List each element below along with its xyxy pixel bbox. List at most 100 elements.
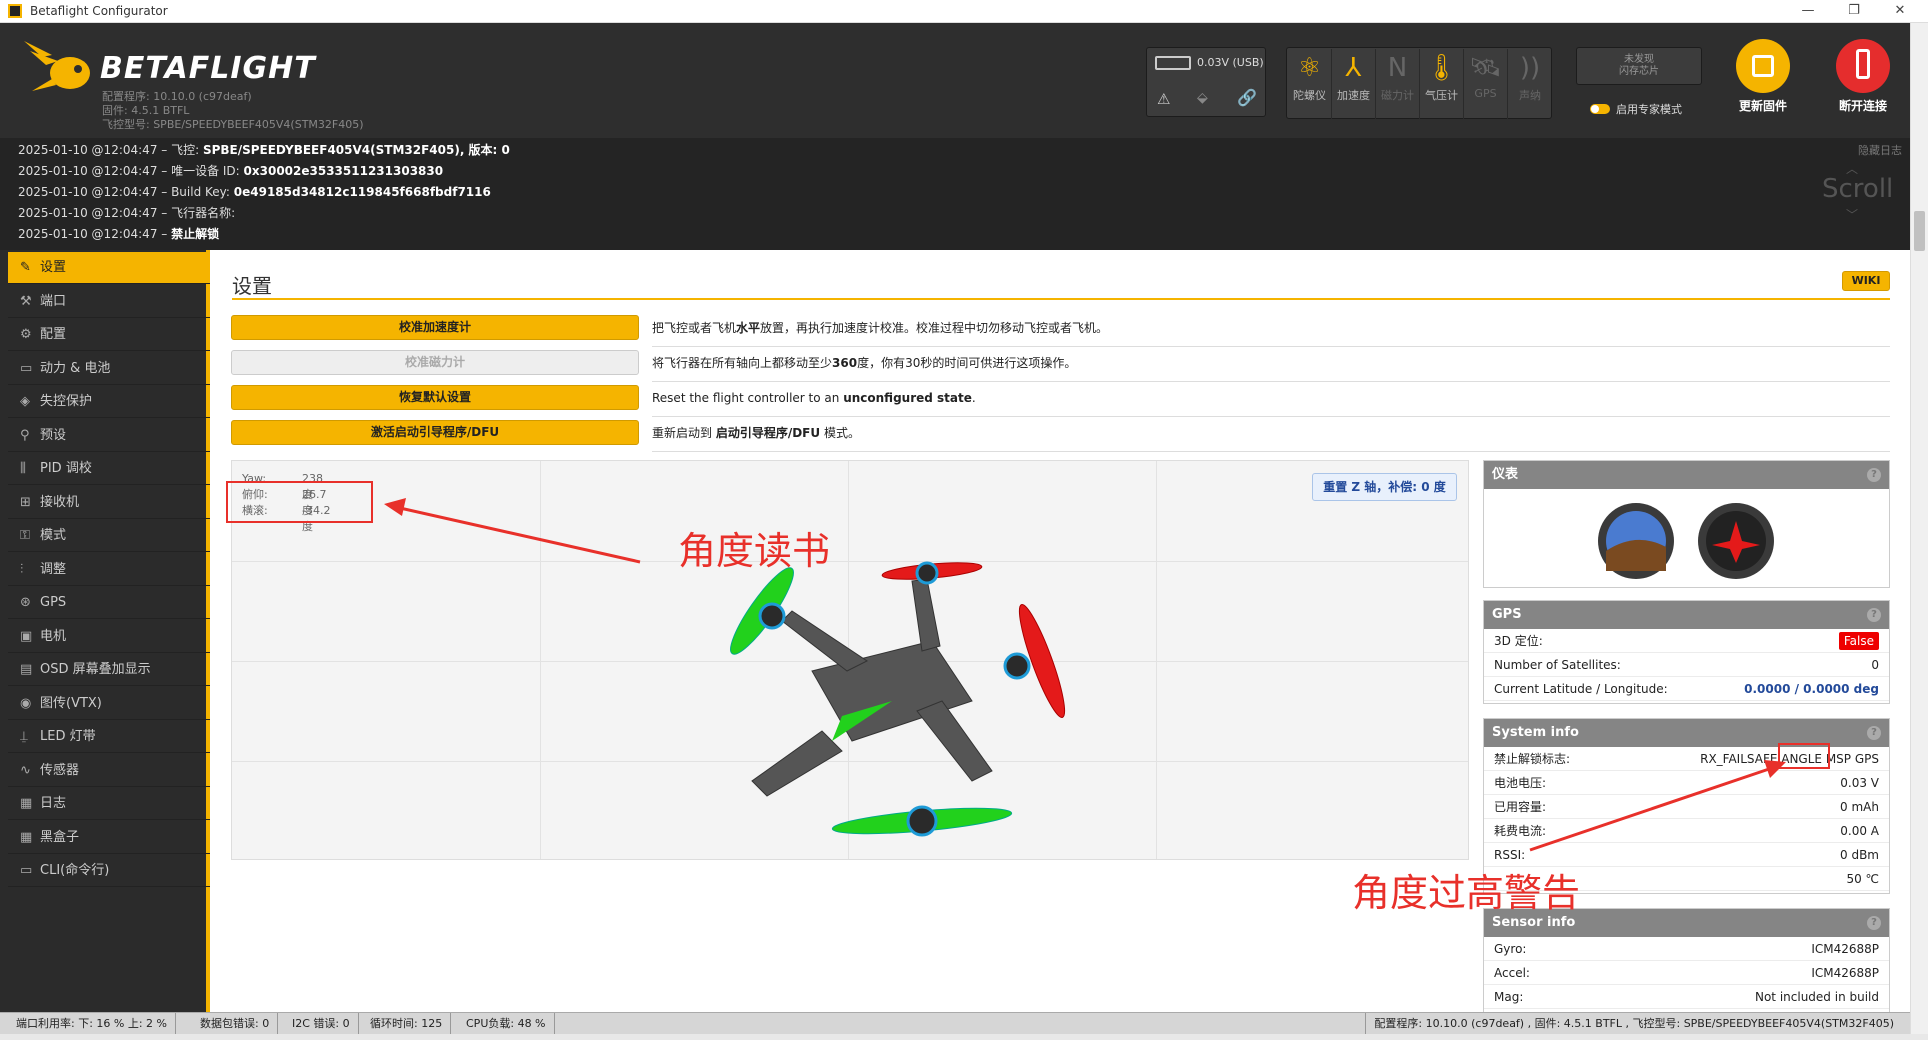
gps-status: 🛰 GPS — [1464, 49, 1508, 119]
sidebar-item-6[interactable]: ⫼ PID 调校 — [8, 453, 210, 485]
scrollbar-thumb[interactable] — [1914, 211, 1925, 251]
wrench-icon: ✎ — [20, 260, 31, 275]
accel-status: ⅄ 加速度 — [1332, 49, 1376, 119]
update-firmware-button[interactable] — [1736, 39, 1790, 93]
calibrate-accel-button[interactable]: 校准加速度计 — [231, 315, 639, 340]
log-line: 2025-01-10 @12:04:47 – 禁止解锁 — [18, 227, 220, 241]
sidebar-item-label: LED 灯带 — [40, 729, 96, 744]
cli-icon: ▭ — [20, 863, 33, 878]
sensor-info-panel: Sensor info? Gyro: ICM42688P Accel: ICM426… — [1483, 908, 1890, 1012]
port-utilization: 端口利用率: 下: 16 % 上: 2 % — [8, 1013, 176, 1034]
sidebar-item-label: CLI(命令行) — [40, 863, 110, 878]
minimize-button[interactable]: — — [1796, 3, 1820, 18]
dataflash-status: 未发现 闪存芯片 — [1576, 47, 1702, 85]
sidebar-item-label: 预设 — [40, 427, 67, 443]
sidebar-item-1[interactable]: ⚒ 端口 — [8, 286, 210, 318]
i2c-errors: I2C 错误: 0 — [284, 1013, 359, 1034]
sonar-status: )) 声纳 — [1508, 49, 1552, 119]
accel-row: Accel: ICM42688P — [1484, 961, 1889, 985]
sidebar-item-15[interactable]: ∿ 传感器 — [8, 755, 210, 787]
app-icon — [8, 4, 22, 18]
vertical-scrollbar[interactable] — [1910, 23, 1928, 1034]
log-icon: ▦ — [20, 796, 33, 811]
configurator-version: 配置程序: 10.10.0 (c97deaf) — [102, 90, 252, 103]
capacity-row: 已用容量: 0 mAh — [1484, 795, 1889, 819]
page-title: 设置 — [232, 274, 272, 298]
sidebar-item-label: 失控保护 — [40, 394, 93, 409]
usb-icon — [1856, 49, 1870, 79]
sidebar-item-label: PID 调校 — [40, 461, 92, 476]
calibrate-mag-button[interactable]: 校准磁力计 — [231, 350, 639, 375]
led-icon: ⍊ — [20, 729, 28, 744]
log-panel[interactable]: 2025-01-10 @12:04:47 – 飞控: SPBE/SPEEDYBE… — [0, 138, 1910, 250]
link-icon: 🔗 — [1237, 88, 1257, 107]
sidebar-item-label: 图传(VTX) — [40, 695, 102, 711]
sidebar-item-14[interactable]: ⍊ LED 灯带 — [8, 721, 210, 753]
mag-status: N 磁力计 — [1376, 49, 1420, 119]
gps-panel: GPS? 3D 定位: False Number of Satellites: 0 … — [1483, 600, 1890, 704]
sidebar-item-10[interactable]: ⊛ GPS — [8, 587, 210, 619]
sidebar-item-16[interactable]: ▦ 日志 — [8, 788, 210, 820]
wiki-button[interactable]: WIKI — [1842, 271, 1890, 291]
quadcopter-model — [730, 561, 1066, 837]
reset-z-button[interactable]: 重置 Z 轴，补偿: 0 度 — [1312, 473, 1457, 501]
sidebar-item-label: 配置 — [40, 327, 67, 342]
battery-voltage-row: 电池电压: 0.03 V — [1484, 771, 1889, 795]
sidebar-item-label: 端口 — [40, 293, 67, 309]
motor-icon: ▣ — [20, 628, 33, 644]
sidebar-item-9[interactable]: ⫶ 调整 — [8, 554, 210, 586]
expert-mode-toggle[interactable] — [1590, 104, 1610, 114]
calibrate-accel-desc: 把飞控或者飞机水平放置，再执行加速度计校准。校准过程中切勿移动飞控或者飞机。 — [652, 313, 1890, 347]
sidebar-item-7[interactable]: ⊞ 接收机 — [8, 487, 210, 519]
failsafe-icon: ◈ — [20, 394, 30, 409]
sidebar-item-label: 模式 — [40, 528, 67, 543]
sidebar-item-12[interactable]: ▤ OSD 屏幕叠加显示 — [8, 654, 210, 686]
close-button[interactable]: ✕ — [1888, 3, 1912, 18]
presets-icon: ⚲ — [20, 427, 30, 443]
attitude-gauges — [1598, 503, 1774, 579]
gps-sats-row: Number of Satellites: 0 — [1484, 653, 1889, 677]
sidebar-item-label: 黑盒子 — [40, 829, 80, 845]
sidebar-item-2[interactable]: ⚙ 配置 — [8, 319, 210, 351]
vtx-icon: ◉ — [20, 695, 32, 711]
sidebar-item-13[interactable]: ◉ 图传(VTX) — [8, 688, 210, 720]
battery-icon: ▭ — [20, 360, 33, 376]
sidebar-item-label: 调整 — [40, 561, 67, 577]
accel-icon: ⅄ — [1345, 53, 1362, 83]
hide-log-link[interactable]: 隐藏日志 — [1858, 142, 1902, 158]
sidebar-item-17[interactable]: ▦ 黑盒子 — [8, 822, 210, 854]
sidebar-item-5[interactable]: ⚲ 预设 — [8, 420, 210, 452]
gps-title: GPS? — [1484, 601, 1889, 629]
baro-status: 🌡 气压计 — [1420, 49, 1464, 119]
sidebar-item-label: OSD 屏幕叠加显示 — [40, 662, 151, 677]
activate-dfu-button[interactable]: 激活启动引导程序/DFU — [231, 420, 639, 445]
log-line: 2025-01-10 @12:04:47 – 飞控: SPBE/SPEEDYBE… — [18, 143, 510, 157]
sidebar-item-4[interactable]: ◈ 失控保护 — [8, 386, 210, 418]
sidebar-item-3[interactable]: ▭ 动力 & 电池 — [8, 353, 210, 385]
cpu-load: CPU负载: 48 % — [458, 1013, 555, 1034]
angle-reading-annotation: 角度读书 — [678, 529, 831, 573]
title-divider — [232, 298, 1890, 300]
sidebar-item-11[interactable]: ▣ 电机 — [8, 621, 210, 653]
receiver-icon: ⊞ — [20, 494, 31, 510]
header: BETAFLIGHT 配置程序: 10.10.0 (c97deaf) 固件: 4… — [0, 23, 1910, 138]
sidebar-item-18[interactable]: ▭ CLI(命令行) — [8, 855, 210, 887]
sonar-icon: )) — [1519, 53, 1541, 83]
maximize-button[interactable]: ❐ — [1842, 3, 1866, 18]
help-icon[interactable]: ? — [1867, 726, 1881, 740]
log-line: 2025-01-10 @12:04:47 – 飞行器名称: — [18, 206, 236, 220]
sidebar-item-0[interactable]: ✎ 设置 — [8, 252, 210, 284]
help-icon[interactable]: ? — [1867, 468, 1881, 482]
instruments-panel: 仪表? — [1483, 460, 1890, 588]
help-icon[interactable]: ? — [1867, 916, 1881, 930]
window-titlebar: Betaflight Configurator — ❐ ✕ — [0, 0, 1928, 23]
disconnect-button[interactable] — [1836, 39, 1890, 93]
sidebar-item-8[interactable]: ⚿ 模式 — [8, 520, 210, 552]
gyro-status: ⚛ 陀螺仪 — [1288, 49, 1332, 119]
model-view[interactable]: Yaw: 238 度 俯仰: 26.7 度 横滚: -34.2 度 重置 Z 轴，补偿… — [231, 460, 1469, 860]
reset-settings-button[interactable]: 恢复默认设置 — [231, 385, 639, 410]
calibrate-mag-desc: 将飞行器在所有轴向上都移动至少360度，你有30秒的时间可供进行这项操作。 — [652, 348, 1890, 382]
sidebar-item-label: GPS — [40, 595, 67, 610]
help-icon[interactable]: ? — [1867, 608, 1881, 622]
cycle-time: 循环时间: 125 — [362, 1013, 452, 1034]
